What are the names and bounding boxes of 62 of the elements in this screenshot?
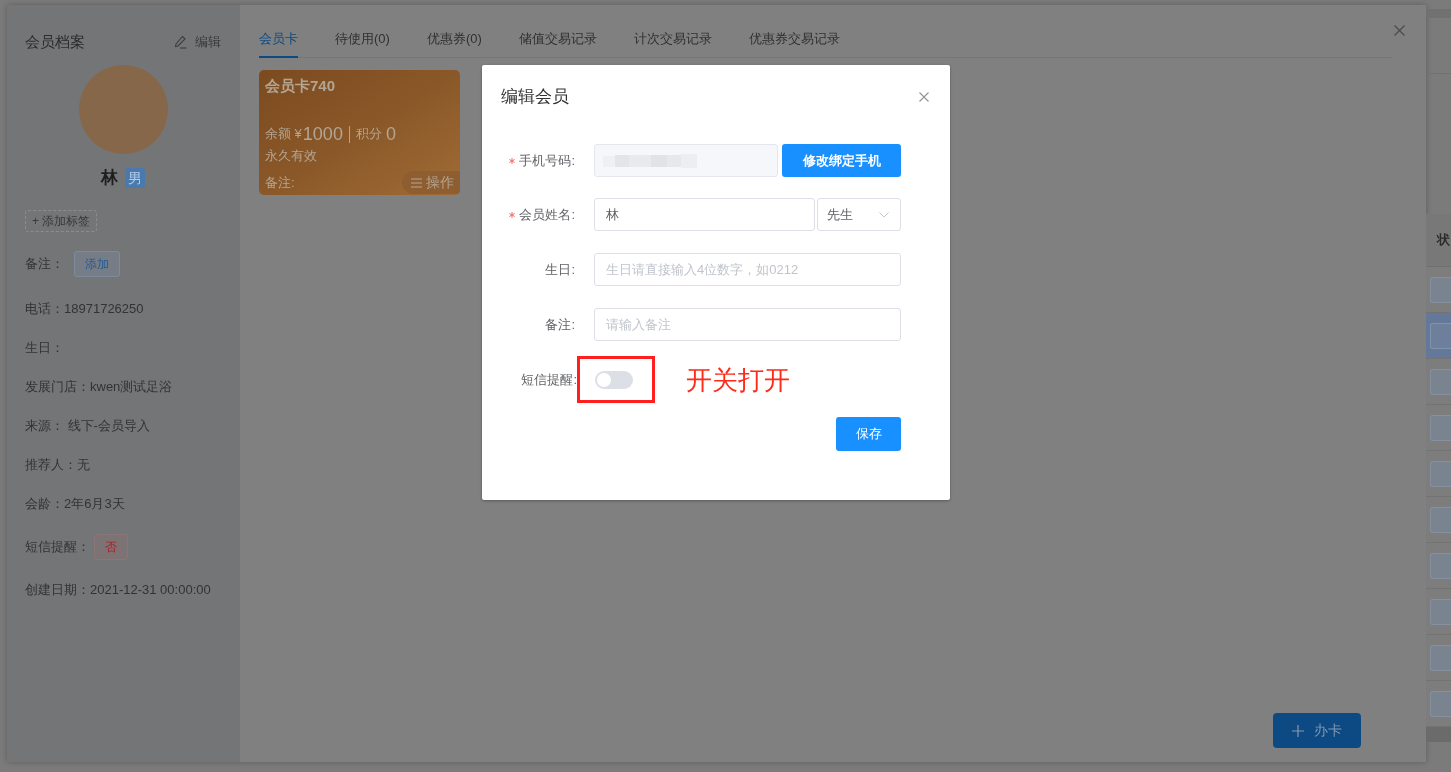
pencil-icon	[174, 35, 187, 49]
profile-info-text: 会龄：2年6月3天	[25, 495, 125, 513]
edit-button[interactable]: 编辑	[174, 32, 221, 52]
tab[interactable]: 会员卡	[259, 22, 298, 58]
profile-title: 会员档案	[25, 32, 85, 52]
points-value: 0	[385, 122, 396, 146]
member-name: 林	[101, 168, 118, 188]
points-label: 积分	[355, 125, 382, 144]
validity-text: 永久有效	[265, 147, 317, 165]
menu-icon	[411, 177, 422, 188]
save-button[interactable]: 保存	[836, 417, 901, 451]
operate-button[interactable]: 操作	[402, 171, 460, 194]
remark-label: 备注：	[25, 255, 64, 274]
status-tag	[1430, 644, 1451, 671]
profile-info-label: 短信提醒：	[25, 538, 90, 556]
status-tag	[1430, 598, 1451, 625]
gender-tag: 男	[125, 168, 145, 188]
column-header: 状	[1437, 231, 1450, 250]
tab[interactable]: 待使用(0)	[335, 22, 390, 58]
profile-info-text: 生日：	[25, 339, 64, 357]
close-icon[interactable]	[919, 92, 929, 102]
title-select[interactable]: 先生	[817, 198, 901, 231]
status-tag	[1430, 276, 1451, 303]
toggle-switch[interactable]	[595, 370, 633, 389]
dialog-title: 编辑会员	[501, 86, 569, 108]
member-card[interactable]: 会员卡740 余额 ¥1000 积分 0 永久有效 备注: 操作	[259, 70, 460, 195]
text-input-field[interactable]: 请输入备注	[594, 308, 901, 341]
card-title: 会员卡740	[265, 76, 336, 96]
profile-info-text: 来源： 线下-会员导入	[25, 417, 150, 435]
balance-value: 1000	[302, 122, 343, 146]
field-label: 短信提醒:	[521, 370, 577, 389]
chevron-down-icon	[879, 211, 889, 218]
close-icon[interactable]	[1394, 25, 1405, 36]
name-input-field[interactable]: 林	[594, 198, 815, 231]
text-input-field[interactable]: 生日请直接输入4位数字，如0212	[594, 253, 901, 286]
field-label: 会员姓名:	[519, 205, 575, 224]
card-remark-label: 备注:	[265, 173, 295, 192]
add-tag-button[interactable]: + 添加标签	[25, 210, 98, 232]
status-tag	[1430, 690, 1451, 717]
plus-icon	[1292, 724, 1304, 737]
tab[interactable]: 优惠券(0)	[426, 22, 482, 58]
annotation-text: 开关打开	[686, 364, 790, 395]
status-tag	[1430, 414, 1451, 441]
field-label: 生日:	[545, 260, 575, 279]
issue-card-button[interactable]: 办卡	[1273, 713, 1361, 748]
add-remark-button[interactable]: 添加	[74, 251, 120, 277]
profile-info-text: 电话：18971726250	[25, 300, 144, 318]
tab[interactable]: 计次交易记录	[633, 22, 712, 58]
sms-status-tag: 否	[94, 534, 128, 560]
balance-label: 余额 ¥	[265, 125, 302, 144]
status-tag	[1430, 368, 1451, 395]
status-tag	[1430, 552, 1451, 579]
tab[interactable]: 储值交易记录	[518, 22, 597, 58]
field-label: 手机号码:	[519, 151, 575, 170]
status-tag	[1430, 506, 1451, 533]
profile-info-text: 创建日期：2021-12-31 00:00:00	[25, 581, 211, 599]
status-tag	[1430, 322, 1451, 349]
table-row[interactable]	[1426, 313, 1451, 359]
profile-info-text: 推荐人：无	[25, 456, 90, 474]
tab[interactable]: 优惠券交易记录	[748, 22, 840, 58]
status-tag	[1430, 460, 1451, 487]
field-label: 备注:	[545, 315, 575, 334]
